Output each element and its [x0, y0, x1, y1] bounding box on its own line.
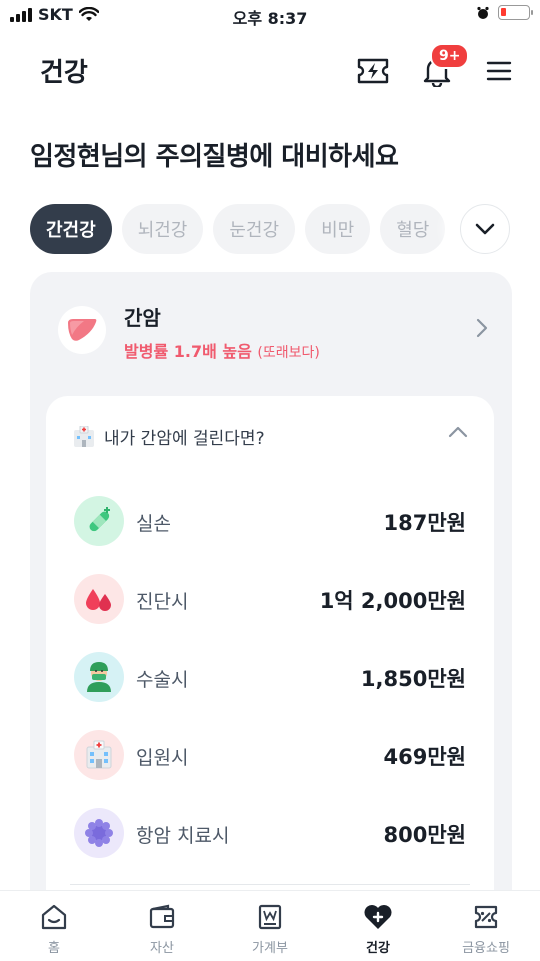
home-icon	[41, 904, 67, 930]
row-value: 469만원	[383, 745, 466, 769]
row-label: 실손	[136, 513, 171, 535]
chip-liver-health[interactable]: 간건강	[30, 204, 112, 254]
tab-finance-shopping[interactable]: 금융쇼핑	[432, 891, 540, 961]
alarm-icon	[477, 6, 489, 19]
top-header: 건강 9+	[0, 40, 540, 100]
ledger-icon	[258, 904, 282, 930]
tab-label: 건강	[366, 941, 390, 956]
chevron-down-icon	[475, 223, 495, 235]
row-label: 입원시	[136, 747, 189, 769]
tab-label: 금융쇼핑	[462, 941, 510, 956]
tab-health[interactable]: 건강	[324, 891, 432, 961]
row-value: 1억 2,000만원	[319, 589, 466, 613]
heart-plus-icon	[364, 905, 392, 929]
row-value: 1,850만원	[360, 667, 466, 691]
liver-icon	[58, 306, 106, 354]
chip-brain-health[interactable]: 뇌건강	[121, 204, 204, 254]
divider	[70, 884, 470, 885]
chip-eye-health[interactable]: 눈건강	[213, 204, 296, 254]
coverage-panel: 내가 간암에 걸린다면? 실손 187만원 진단시 1억 2,000만원 수술시…	[46, 396, 494, 956]
chip-blood-sugar[interactable]: 혈당	[380, 204, 446, 254]
hamburger-menu-icon	[486, 61, 512, 81]
coupon-icon	[474, 905, 498, 929]
chips-expand-button[interactable]	[460, 204, 510, 254]
chevron-right-icon	[476, 318, 488, 338]
notification-badge: 9+	[430, 43, 470, 69]
disease-card: 간암 발병률 1.7배 높음 (또래보다) 내가 간암에 걸린다면? 실손 18…	[30, 272, 512, 961]
headline: 임정현님의 주의질병에 대비하세요	[30, 142, 399, 172]
coverage-row-surgery[interactable]: 수술시 1,850만원	[74, 652, 466, 704]
row-label: 수술시	[136, 669, 189, 691]
coverage-row-diagnosis[interactable]: 진단시 1억 2,000만원	[74, 574, 466, 626]
menu-button[interactable]	[482, 54, 516, 88]
coverage-question[interactable]: 내가 간암에 걸린다면?	[72, 424, 265, 449]
tab-ledger[interactable]: 가계부	[216, 891, 324, 961]
tab-label: 자산	[150, 941, 174, 956]
coverage-row-chemotherapy[interactable]: 항암 치료시 800만원	[74, 808, 466, 860]
status-bar: SKT 오후 8:37	[0, 0, 540, 30]
row-value: 187만원	[383, 511, 466, 535]
tab-label: 가계부	[252, 941, 288, 956]
chip-obesity[interactable]: 비만	[305, 204, 371, 254]
hospital-icon	[74, 730, 124, 780]
rate-text: 발병률 1.7배 높음	[124, 342, 252, 361]
tab-assets[interactable]: 자산	[108, 891, 216, 961]
flash-ticket-icon	[357, 58, 389, 84]
coverage-row-hospitalization[interactable]: 입원시 469만원	[74, 730, 466, 782]
flash-ticket-button[interactable]	[356, 54, 390, 88]
rate-note: (또래보다)	[257, 345, 320, 361]
tab-home[interactable]: 홈	[0, 891, 108, 961]
tab-label: 홈	[48, 941, 60, 956]
disease-rate: 발병률 1.7배 높음 (또래보다)	[124, 338, 320, 362]
wallet-icon	[149, 904, 175, 929]
page-title: 건강	[40, 58, 88, 88]
virus-icon	[74, 808, 124, 858]
hospital-small-icon	[74, 425, 94, 447]
surgeon-icon	[74, 652, 124, 702]
coverage-row-actual-loss[interactable]: 실손 187만원	[74, 496, 466, 548]
row-label: 항암 치료시	[136, 825, 230, 847]
bottom-tab-bar: 홈 자산 가계부 건강 금융쇼핑	[0, 890, 540, 961]
disease-name: 간암	[124, 306, 161, 330]
row-value: 800만원	[383, 823, 466, 847]
bandage-icon	[74, 496, 124, 546]
battery-icon	[498, 5, 533, 20]
blood-drop-icon	[74, 574, 124, 624]
row-label: 진단시	[136, 591, 189, 613]
disease-summary[interactable]: 간암 발병률 1.7배 높음 (또래보다)	[58, 302, 488, 362]
status-time: 오후 8:37	[232, 9, 308, 28]
chevron-up-icon[interactable]	[448, 426, 468, 438]
status-right	[476, 5, 533, 20]
question-text: 내가 간암에 걸린다면?	[104, 429, 265, 449]
